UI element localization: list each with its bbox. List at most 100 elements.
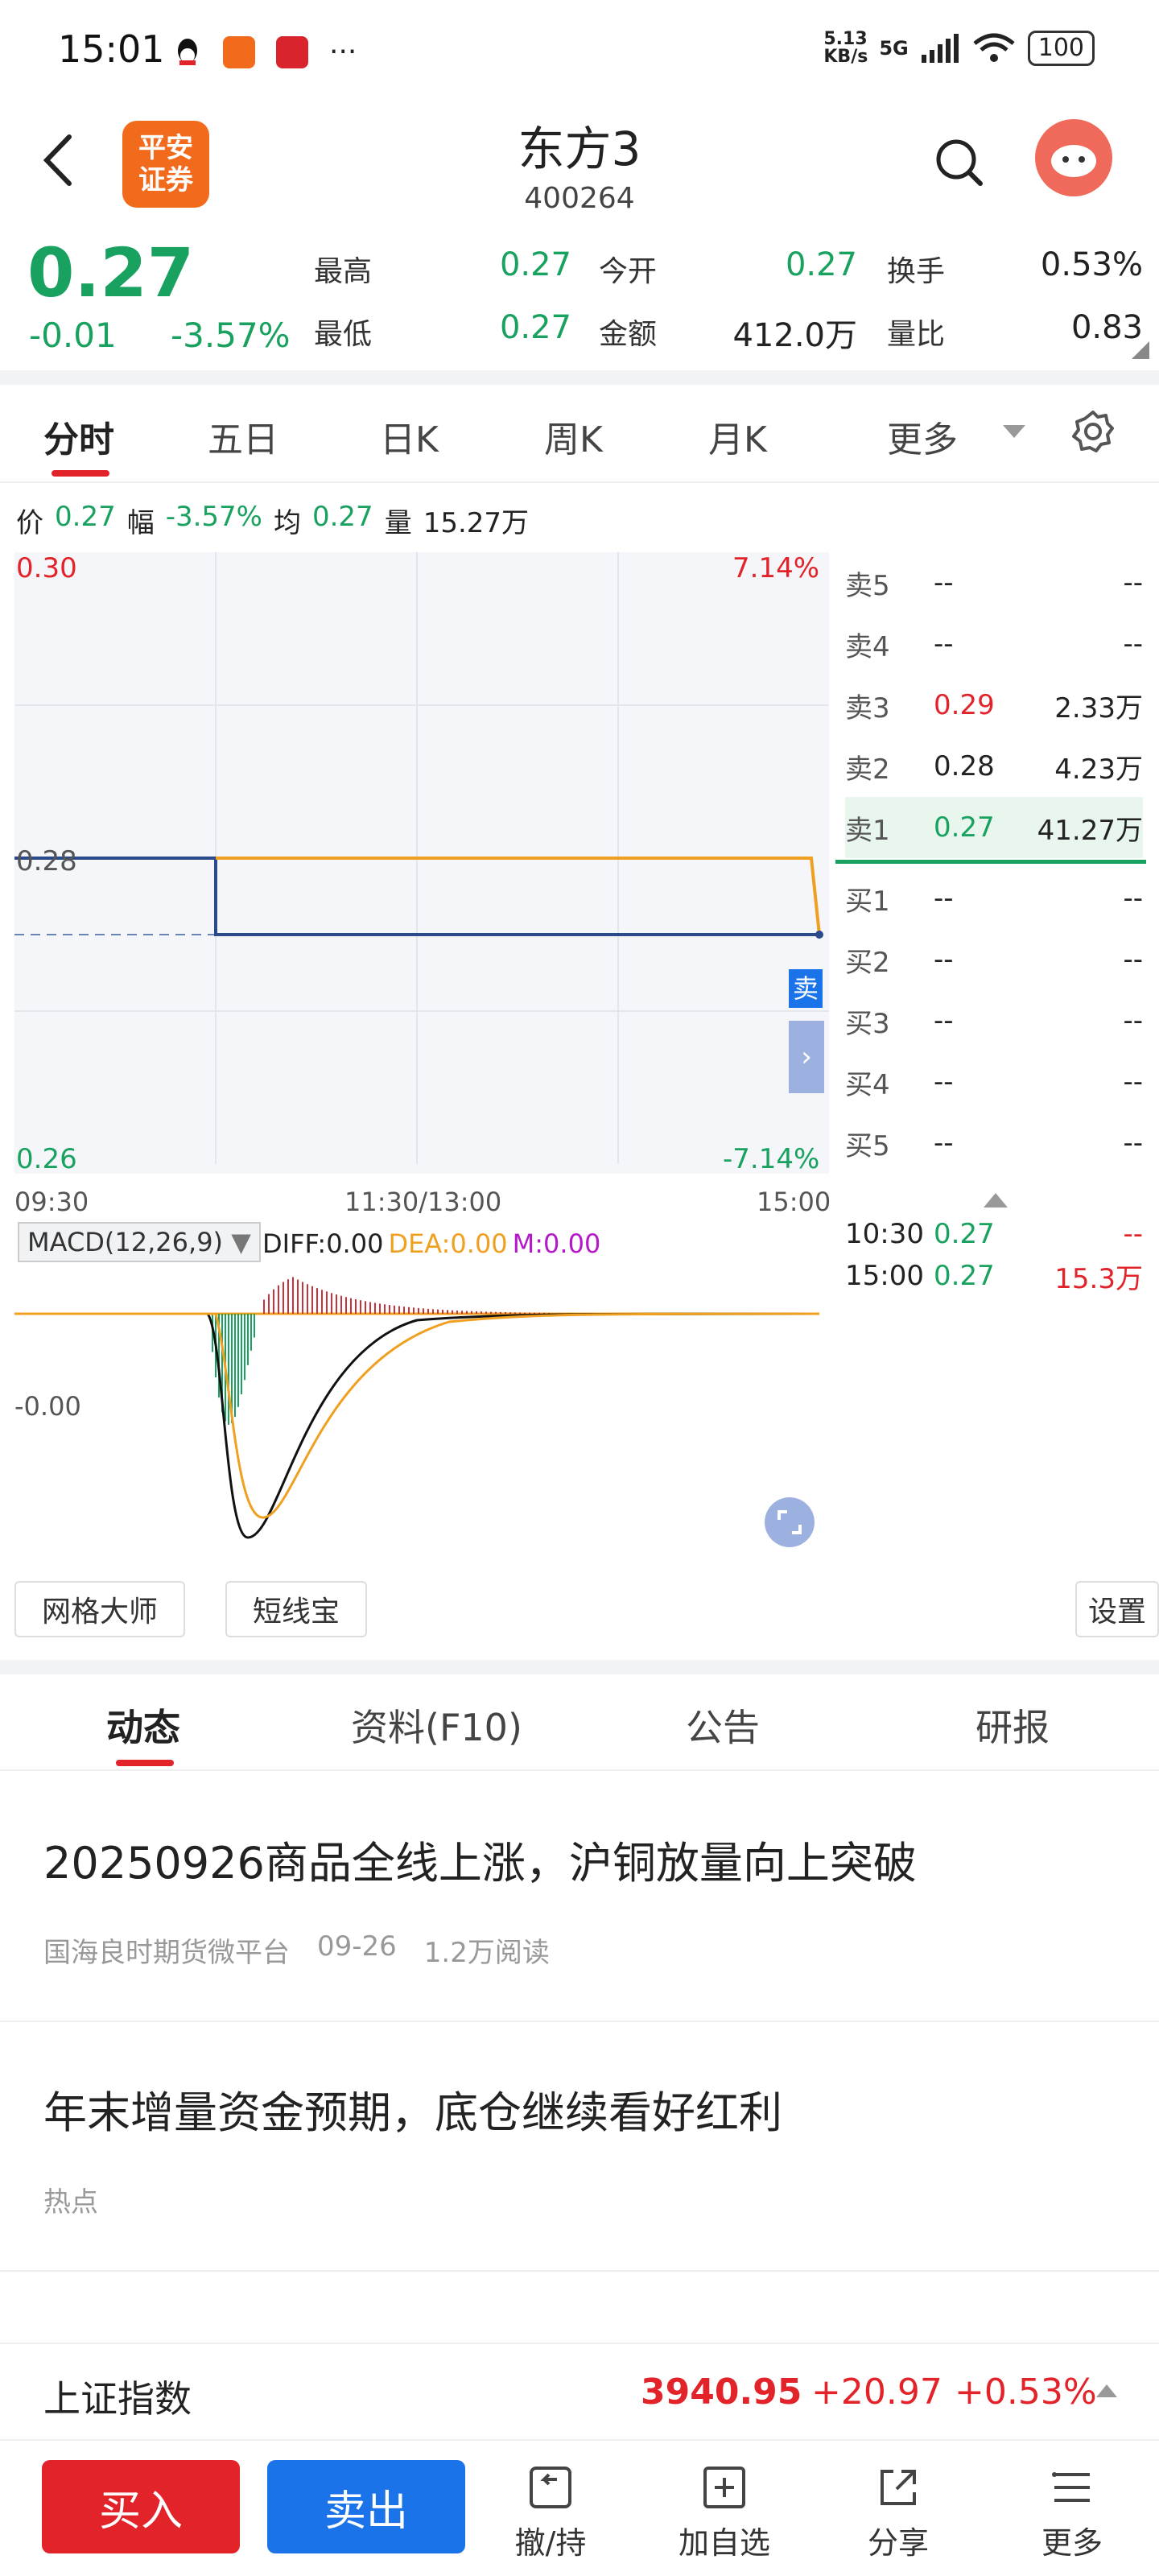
ask-label: 卖2 bbox=[845, 753, 890, 786]
search-icon[interactable] bbox=[934, 137, 985, 188]
battery-indicator: 100 bbox=[1027, 31, 1095, 66]
settings-gear-icon[interactable] bbox=[1070, 409, 1116, 454]
news-source: 热点 bbox=[43, 2186, 98, 2219]
assistant-avatar[interactable] bbox=[1035, 119, 1112, 196]
section-divider-2 bbox=[0, 1660, 1159, 1674]
bid-row-4[interactable]: 买4 -- -- bbox=[845, 1051, 1143, 1113]
tick-volume: 15.3万 bbox=[1054, 1262, 1143, 1295]
info-amp: -3.57% bbox=[165, 501, 262, 533]
nav-label: 撤/持 bbox=[514, 2525, 587, 2561]
ask-row-4[interactable]: 卖4 -- -- bbox=[845, 613, 1143, 675]
tick-row-2: 15:00 0.27 15.3万 bbox=[845, 1254, 1143, 1298]
tab-news[interactable]: 动态 bbox=[106, 1699, 180, 1752]
average-price-line bbox=[216, 857, 821, 935]
news-title[interactable]: 20250926商品全线上涨，沪铜放量向上突破 bbox=[43, 1827, 917, 1891]
ask-price: 0.29 bbox=[934, 689, 995, 721]
tab-active-indicator bbox=[52, 470, 109, 477]
grid-master-button[interactable]: 网格大师 bbox=[14, 1581, 185, 1637]
ask-volume: 41.27万 bbox=[1037, 814, 1143, 847]
macd-label: MACD(12,26,9) bbox=[27, 1227, 224, 1257]
sell-button[interactable]: 卖出 bbox=[267, 2460, 465, 2553]
ask-volume: -- bbox=[1123, 628, 1143, 660]
nav-add-watchlist[interactable]: 加自选 bbox=[660, 2463, 789, 2562]
info-price-label: 价 bbox=[16, 507, 43, 539]
tab-research[interactable]: 研报 bbox=[975, 1699, 1050, 1752]
ask-volume: 4.23万 bbox=[1054, 753, 1143, 786]
ask-row-1[interactable]: 卖1 0.27 41.27万 bbox=[845, 797, 1143, 858]
macd-dropdown-icon: ▼ bbox=[231, 1227, 251, 1257]
ask-row-5[interactable]: 卖5 -- -- bbox=[845, 552, 1143, 613]
macd-diff-line bbox=[14, 1312, 820, 1539]
dropdown-triangle-icon[interactable] bbox=[1003, 425, 1025, 440]
stat-value-open: 0.27 bbox=[785, 246, 857, 283]
bid-volume: -- bbox=[1123, 1005, 1143, 1037]
nav-more[interactable]: 更多 bbox=[1008, 2463, 1136, 2562]
buy-button[interactable]: 买入 bbox=[42, 2460, 240, 2553]
macd-chart[interactable] bbox=[14, 1272, 829, 1562]
ask-volume: -- bbox=[1123, 567, 1143, 599]
tab-daily-k[interactable]: 日K bbox=[380, 411, 439, 462]
index-name: 上证指数 bbox=[43, 2377, 192, 2421]
chart-settings-button[interactable]: 设置 bbox=[1075, 1581, 1159, 1637]
bid-row-2[interactable]: 买2 -- -- bbox=[845, 929, 1143, 990]
ask-row-2[interactable]: 卖2 0.28 4.23万 bbox=[845, 736, 1143, 797]
tab-monthly-k[interactable]: 月K bbox=[708, 411, 767, 462]
bid-ask-divider bbox=[835, 860, 1146, 864]
assistant-face-icon bbox=[1051, 145, 1096, 177]
macd-indicator-selector[interactable]: MACD(12,26,9) ▼ bbox=[18, 1222, 261, 1262]
qq-icon bbox=[178, 38, 197, 65]
share-icon bbox=[881, 2470, 916, 2505]
bid-volume: -- bbox=[1123, 1066, 1143, 1098]
fullscreen-icon[interactable] bbox=[765, 1497, 815, 1547]
bid-row-3[interactable]: 买3 -- -- bbox=[845, 990, 1143, 1051]
short-line-button[interactable]: 短线宝 bbox=[225, 1581, 367, 1637]
stat-value-volume-ratio: 0.83 bbox=[1070, 309, 1143, 346]
intraday-price-chart[interactable] bbox=[14, 552, 829, 1180]
y-axis-bottom-label: 0.26 bbox=[16, 1143, 77, 1175]
tab-announcements[interactable]: 公告 bbox=[686, 1699, 760, 1752]
nav-label: 分享 bbox=[867, 2525, 929, 2561]
tab-more[interactable]: 更多 bbox=[887, 411, 958, 462]
corner-expand-icon[interactable] bbox=[1132, 341, 1149, 359]
signal-label: 5G bbox=[879, 37, 909, 60]
bid-price: -- bbox=[934, 1005, 954, 1037]
macd-values: DIFF:0.00 DEA:0.00 M:0.00 bbox=[262, 1228, 600, 1259]
tab-f10[interactable]: 资料(F10) bbox=[351, 1699, 522, 1752]
ask-price: 0.27 bbox=[934, 811, 995, 844]
info-avg: 0.27 bbox=[311, 501, 373, 533]
index-expand-icon[interactable] bbox=[1096, 2383, 1117, 2397]
status-time: 15:01 bbox=[58, 27, 165, 71]
macd-m: M:0.00 bbox=[512, 1228, 601, 1259]
tab-five-day[interactable]: 五日 bbox=[208, 411, 278, 462]
bid-row-1[interactable]: 买1 -- -- bbox=[845, 868, 1143, 929]
bid-price: -- bbox=[934, 1127, 954, 1159]
macd-dea-line bbox=[14, 1312, 820, 1519]
index-change-pct: +0.53% bbox=[955, 2372, 1097, 2413]
bid-row-5[interactable]: 买5 -- -- bbox=[845, 1113, 1143, 1174]
news-date: 09-26 bbox=[317, 1930, 397, 1963]
ticks-expand-icon[interactable] bbox=[984, 1191, 1008, 1208]
sell-marker[interactable]: 卖 bbox=[789, 969, 823, 1008]
net-speed: 5.13 KB/s bbox=[823, 29, 868, 67]
ask-row-3[interactable]: 卖3 0.29 2.33万 bbox=[845, 675, 1143, 736]
news-title[interactable]: 年末增量资金预期，底仓继续看好红利 bbox=[43, 2077, 782, 2140]
pct-axis-top-label: 7.14% bbox=[732, 552, 820, 584]
stat-label-volume-ratio: 量比 bbox=[887, 318, 946, 351]
stat-value-turnover: 0.53% bbox=[1040, 246, 1143, 283]
nav-cancel-hold[interactable]: 撤/持 bbox=[486, 2463, 615, 2562]
expand-chevron-icon[interactable]: › bbox=[789, 1021, 824, 1093]
stat-label-low: 最低 bbox=[314, 318, 373, 351]
tab-weekly-k[interactable]: 周K bbox=[544, 411, 603, 462]
tab-intraday[interactable]: 分时 bbox=[43, 411, 114, 462]
nav-share[interactable]: 分享 bbox=[834, 2463, 963, 2562]
bid-label: 买3 bbox=[845, 1007, 890, 1040]
bid-label: 买2 bbox=[845, 946, 890, 979]
bid-volume: -- bbox=[1123, 1127, 1143, 1159]
news-meta: 热点 bbox=[43, 2180, 98, 2219]
stock-name: 东方3 bbox=[518, 122, 641, 176]
y-axis-top-label: 0.30 bbox=[16, 552, 77, 584]
stat-value-amount: 412.0万 bbox=[732, 317, 857, 354]
macd-diff: DIFF:0.00 bbox=[262, 1228, 384, 1259]
ask-label: 卖1 bbox=[845, 814, 890, 847]
news-tabs-border bbox=[0, 1769, 1159, 1771]
